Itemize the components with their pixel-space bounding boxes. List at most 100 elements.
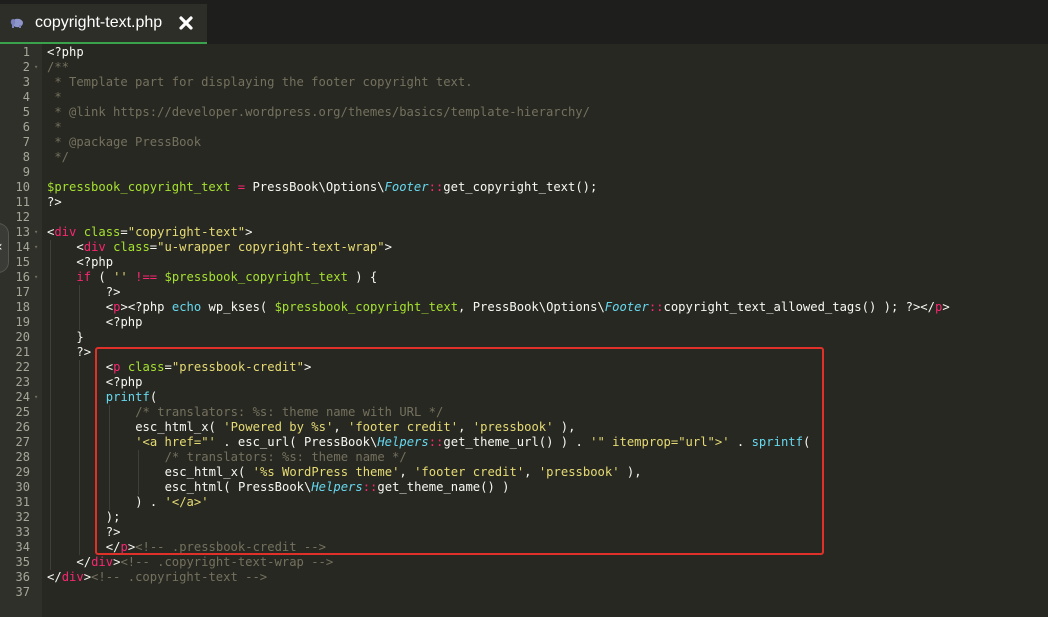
- indent-guide: [79, 540, 81, 555]
- code-line[interactable]: </p><!-- .pressbook-credit -->: [106, 540, 326, 555]
- code-token: div: [54, 225, 77, 239]
- line-number: 19: [15, 315, 30, 329]
- chevron-left-icon: ‹: [0, 239, 3, 255]
- fold-arrow-icon[interactable]: ▾: [34, 390, 38, 405]
- code-line[interactable]: '<a href="' . esc_url( PressBook\Helpers…: [135, 435, 810, 450]
- code-line[interactable]: ?>: [106, 525, 121, 540]
- line-number: 2: [22, 60, 30, 74]
- fold-arrow-icon[interactable]: ▾: [34, 225, 38, 240]
- code-token: <!-- .pressbook-credit -->: [135, 540, 326, 554]
- code-line[interactable]: * @link https://developer.wordpress.org/…: [47, 105, 590, 120]
- code-token: *: [47, 120, 62, 134]
- code-token: ?>: [76, 345, 92, 359]
- line-number: 25: [15, 405, 30, 419]
- indent-guide: [50, 405, 51, 420]
- code-line[interactable]: *: [47, 90, 61, 105]
- code-line[interactable]: printf(: [106, 390, 157, 405]
- code-line[interactable]: /* translators: %s: theme name with URL …: [135, 405, 443, 420]
- indent-guide: [79, 525, 81, 540]
- code-token: ::: [648, 300, 664, 314]
- code-line[interactable]: if ( '' !== $pressbook_copyright_text ) …: [76, 270, 377, 285]
- code-token: ),: [619, 465, 642, 479]
- code-line[interactable]: }: [76, 330, 83, 345]
- code-token: >: [303, 360, 312, 374]
- code-content[interactable]: <?php/** * Template part for displaying …: [47, 44, 1037, 617]
- line-number: 36: [15, 570, 30, 584]
- indent-guide: [50, 510, 51, 525]
- code-line[interactable]: /* translators: %s: theme name */: [165, 450, 407, 465]
- code-line[interactable]: </div><!-- .copyright-text-wrap -->: [76, 555, 333, 570]
- code-line[interactable]: ?>: [76, 345, 91, 360]
- line-number: 29: [15, 465, 30, 479]
- tab-title: copyright-text.php: [35, 14, 163, 31]
- indent-guide: [50, 255, 51, 270]
- line-number: 21: [15, 345, 30, 359]
- code-token: ,: [524, 465, 539, 479]
- code-line[interactable]: */: [47, 150, 69, 165]
- code-token: get_copyright_text();: [443, 180, 598, 194]
- indent-guide: [79, 300, 81, 315]
- code-line[interactable]: );: [106, 510, 121, 525]
- indent-guide: [50, 285, 51, 300]
- code-token: get_theme_url() ) .: [443, 435, 591, 449]
- editor-area[interactable]: 1 2 ▾ 3 4 5 6 7 8 9 10 11 12 13 ▾ 14 ▾ 15 16 ▾ 17 18 19 20 21 22 2…: [0, 44, 1048, 617]
- code-token: /* translators: %s: theme name with URL …: [135, 405, 444, 419]
- code-token: (: [149, 390, 158, 404]
- line-number: 34: [15, 540, 30, 554]
- code-line[interactable]: <div class="u-wrapper copyright-text-wra…: [76, 240, 392, 255]
- fold-arrow-icon[interactable]: ▾: [34, 240, 38, 255]
- line-number: 12: [15, 210, 30, 224]
- code-line[interactable]: ?>: [106, 285, 121, 300]
- indent-guide: [50, 480, 51, 495]
- close-x-icon[interactable]: [178, 15, 194, 31]
- code-line[interactable]: *: [47, 120, 62, 135]
- code-line[interactable]: * @package PressBook: [47, 135, 201, 150]
- tab-copyright-text-php[interactable]: copyright-text.php: [0, 4, 207, 44]
- code-line[interactable]: <p><?php echo wp_kses( $pressbook_copyri…: [106, 300, 950, 315]
- code-line[interactable]: <?php: [47, 45, 84, 60]
- indent-guide: [50, 495, 51, 510]
- code-line[interactable]: </div><!-- .copyright-text -->: [47, 570, 267, 585]
- code-line[interactable]: <?php: [76, 255, 113, 270]
- code-token: ::: [428, 180, 444, 194]
- code-token: */: [47, 150, 70, 164]
- code-token: .: [729, 435, 752, 449]
- indent-guide: [50, 540, 51, 555]
- indent-guide: [79, 495, 81, 510]
- code-line[interactable]: esc_html_x( '%s WordPress theme', 'foote…: [165, 465, 642, 480]
- code-line[interactable]: esc_html_x( 'Powered by %s', 'footer cre…: [135, 420, 575, 435]
- code-token: esc_html( PressBook\: [164, 480, 312, 494]
- line-number: 6: [22, 120, 30, 134]
- line-number: 35: [15, 555, 30, 569]
- code-token: $pressbook_copyright_text: [164, 270, 348, 284]
- code-line[interactable]: ?>: [47, 195, 62, 210]
- code-line[interactable]: /**: [47, 60, 69, 75]
- code-token: </: [76, 555, 92, 569]
- code-token: );: [105, 510, 121, 524]
- code-line[interactable]: <?php: [106, 375, 143, 390]
- code-token: (: [91, 270, 114, 284]
- code-token: <!-- .copyright-text -->: [91, 570, 268, 584]
- indent-guide: [50, 555, 51, 570]
- code-line[interactable]: <div class="copyright-text">: [47, 225, 252, 240]
- code-line[interactable]: <p class="pressbook-credit">: [106, 360, 311, 375]
- line-number: 11: [15, 195, 30, 209]
- indent-guide: [79, 375, 81, 390]
- code-token: copyright_text_allowed_tags() ); ?></: [663, 300, 936, 314]
- indent-guide: [50, 465, 51, 480]
- code-line[interactable]: $pressbook_copyright_text = PressBook\Op…: [47, 180, 597, 195]
- fold-arrow-icon[interactable]: ▾: [34, 60, 38, 75]
- code-token: '%s WordPress theme': [252, 465, 400, 479]
- side-panel-toggle[interactable]: ‹: [0, 224, 8, 272]
- code-line[interactable]: <?php: [106, 315, 143, 330]
- code-token: >: [384, 240, 392, 254]
- code-line[interactable]: esc_html( PressBook\Helpers::get_theme_n…: [165, 480, 510, 495]
- code-token: }: [76, 330, 84, 344]
- code-line[interactable]: ) . '</a>': [135, 495, 208, 510]
- fold-arrow-icon[interactable]: ▾: [34, 270, 38, 285]
- code-token: 'footer credit': [348, 420, 459, 434]
- line-number: 8: [22, 150, 30, 164]
- code-line[interactable]: * Template part for displaying the foote…: [47, 75, 472, 90]
